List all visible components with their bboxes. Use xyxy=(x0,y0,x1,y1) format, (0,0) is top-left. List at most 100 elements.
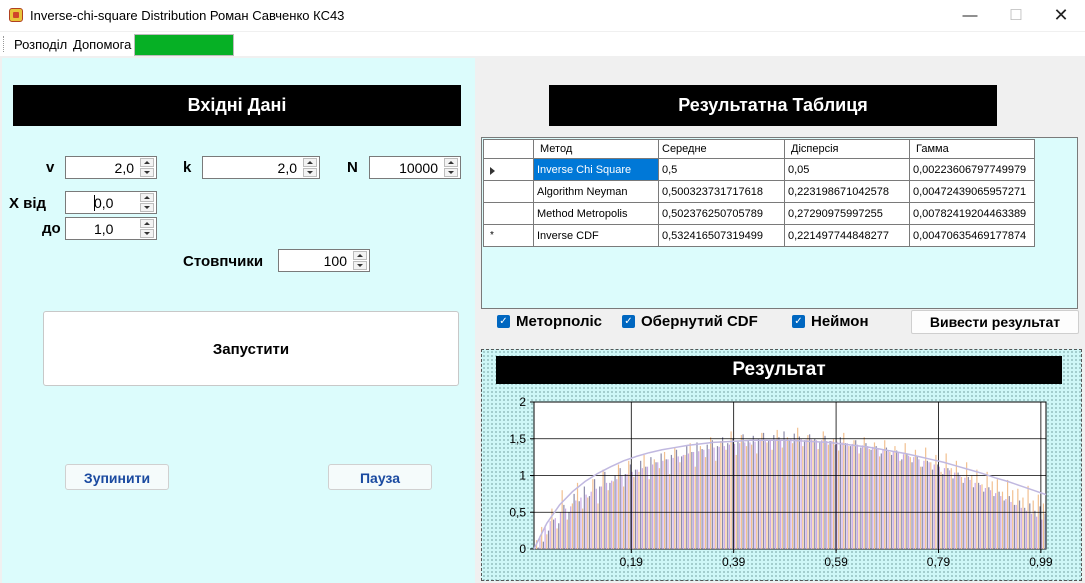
bins-spin-arrows[interactable] xyxy=(353,251,367,270)
v-spin-arrows[interactable] xyxy=(140,158,154,177)
input-panel: Вхідні Дані v 2,0 k 2,0 N 10000 X від 0,… xyxy=(2,58,475,583)
maximize-button[interactable]: ☐ xyxy=(993,0,1039,31)
menu-grip[interactable] xyxy=(3,36,6,52)
table-cell[interactable]: 0,00470635469177874 xyxy=(909,224,1035,247)
table-cell[interactable]: 0,00223606797749979 xyxy=(909,158,1035,181)
row-header[interactable] xyxy=(483,202,534,225)
v-input[interactable]: 2,0 xyxy=(65,156,157,179)
x-to-input[interactable]: 1,0 xyxy=(65,217,157,240)
k-value: 2,0 xyxy=(277,160,297,176)
n-spin-arrows[interactable] xyxy=(444,158,458,177)
table-cell[interactable]: Inverse Chi Square xyxy=(533,158,659,181)
y-tick-label: 1 xyxy=(519,469,526,483)
x-tick-label: 0,19 xyxy=(620,555,644,569)
stop-button[interactable]: Зупинити xyxy=(65,464,169,490)
table-cell[interactable]: 0,532416507319499 xyxy=(658,224,785,247)
table-cell[interactable]: 0,502376250705789 xyxy=(658,202,785,225)
results-grid[interactable]: Метод Середне Дісперсія Гамма Inverse Ch… xyxy=(481,137,1078,309)
table-row[interactable]: Inverse Chi Square 0,5 0,05 0,0022360679… xyxy=(483,158,1035,181)
table-cell[interactable]: 0,500323731717618 xyxy=(658,180,785,203)
spin-up-icon[interactable] xyxy=(353,251,367,260)
x-tick-label: 0,39 xyxy=(722,555,746,569)
x-from-input[interactable]: 0,0 xyxy=(65,191,157,214)
run-button[interactable]: Запустити xyxy=(43,311,459,386)
neyman-label[interactable]: Неймон xyxy=(811,313,869,330)
column-header-mean[interactable]: Середне xyxy=(658,139,785,159)
table-cell[interactable]: 0,5 xyxy=(658,158,785,181)
minimize-button[interactable]: — xyxy=(947,0,993,31)
spin-up-icon[interactable] xyxy=(140,193,154,202)
metropolis-label[interactable]: Меторполіс xyxy=(516,313,602,330)
table-row[interactable]: * Inverse CDF 0,532416507319499 0,221497… xyxy=(483,224,1035,247)
spin-up-icon[interactable] xyxy=(444,158,458,167)
x-tick-label: 0,59 xyxy=(824,555,848,569)
v-value: 2,0 xyxy=(114,160,134,176)
results-table: Метод Середне Дісперсія Гамма Inverse Ch… xyxy=(483,139,1035,247)
new-row-icon: * xyxy=(490,230,494,241)
y-tick-label: 1,5 xyxy=(509,432,526,446)
table-cell[interactable]: Algorithm Neyman xyxy=(533,180,659,203)
inverted-cdf-checkbox[interactable]: ✓ xyxy=(622,315,635,328)
title-bar: Inverse-chi-square Distribution Роман Са… xyxy=(0,0,1085,31)
row-header[interactable] xyxy=(483,180,534,203)
x-to-value: 1,0 xyxy=(94,221,114,237)
n-input[interactable]: 10000 xyxy=(369,156,461,179)
spin-down-icon[interactable] xyxy=(140,168,154,177)
output-results-button[interactable]: Вивести результат xyxy=(911,310,1079,334)
k-input[interactable]: 2,0 xyxy=(202,156,320,179)
table-cell[interactable]: 0,221497744848277 xyxy=(784,224,910,247)
x-tick-label: 0,79 xyxy=(927,555,951,569)
x-from-value: 0,0 xyxy=(94,195,114,211)
table-cell[interactable]: 0,00472439065957271 xyxy=(909,180,1035,203)
spin-down-icon[interactable] xyxy=(140,203,154,212)
table-cell[interactable]: 0,05 xyxy=(784,158,910,181)
spin-up-icon[interactable] xyxy=(140,158,154,167)
row-header-current[interactable] xyxy=(483,158,534,181)
column-header-method[interactable]: Метод xyxy=(533,139,659,159)
bins-input[interactable]: 100 xyxy=(278,249,370,272)
menu-bar: Розподіл Допомога xyxy=(0,32,1085,56)
table-cell[interactable]: 0,27290975997255 xyxy=(784,202,910,225)
table-row[interactable]: Method Metropolis 0,502376250705789 0,27… xyxy=(483,202,1035,225)
spin-down-icon[interactable] xyxy=(303,168,317,177)
table-cell[interactable]: 0,223198671042578 xyxy=(784,180,910,203)
bins-label: Стовпчики xyxy=(183,253,264,270)
spin-up-icon[interactable] xyxy=(303,158,317,167)
app-icon xyxy=(9,8,23,22)
y-tick-label: 2 xyxy=(519,395,526,409)
app-window: Inverse-chi-square Distribution Роман Са… xyxy=(0,0,1085,583)
k-spin-arrows[interactable] xyxy=(303,158,317,177)
progress-bar xyxy=(134,34,234,56)
v-label: v xyxy=(46,159,55,176)
x-to-label: до xyxy=(42,220,61,237)
x-to-spin-arrows[interactable] xyxy=(140,219,154,238)
metropolis-checkbox[interactable]: ✓ xyxy=(497,315,510,328)
table-cell[interactable]: 0,00782419204463389 xyxy=(909,202,1035,225)
menu-distribution[interactable]: Розподіл xyxy=(14,37,67,52)
menu-help[interactable]: Допомога xyxy=(73,37,131,52)
row-header-corner[interactable] xyxy=(483,139,534,159)
chart-area: Результат 0 0,5 1 1,5 2 0,19 0,39 0,59 0,79 0,99 xyxy=(481,349,1082,581)
bins-value: 100 xyxy=(323,253,347,269)
spin-down-icon[interactable] xyxy=(140,229,154,238)
table-cell[interactable]: Method Metropolis xyxy=(533,202,659,225)
pause-button[interactable]: Пауза xyxy=(328,464,432,490)
x-from-spin-arrows[interactable] xyxy=(140,193,154,212)
k-label: k xyxy=(183,159,192,176)
progress-fill xyxy=(135,35,233,55)
row-header-new[interactable]: * xyxy=(483,224,534,247)
current-row-icon xyxy=(490,167,495,175)
spin-up-icon[interactable] xyxy=(140,219,154,228)
table-row[interactable]: Algorithm Neyman 0,500323731717618 0,223… xyxy=(483,180,1035,203)
inverted-cdf-label[interactable]: Обернутий CDF xyxy=(641,313,758,330)
histogram-chart: 0 0,5 1 1,5 2 0,19 0,39 0,59 0,79 0,99 xyxy=(509,395,1053,569)
spin-down-icon[interactable] xyxy=(353,261,367,270)
neyman-checkbox[interactable]: ✓ xyxy=(792,315,805,328)
table-cell[interactable]: Inverse CDF xyxy=(533,224,659,247)
y-tick-label: 0,5 xyxy=(509,505,526,519)
column-header-gamma[interactable]: Гамма xyxy=(909,139,1035,159)
x-from-label: X від xyxy=(9,195,47,212)
close-button[interactable]: ✕ xyxy=(1038,0,1084,31)
spin-down-icon[interactable] xyxy=(444,168,458,177)
column-header-variance[interactable]: Дісперсія xyxy=(784,139,910,159)
